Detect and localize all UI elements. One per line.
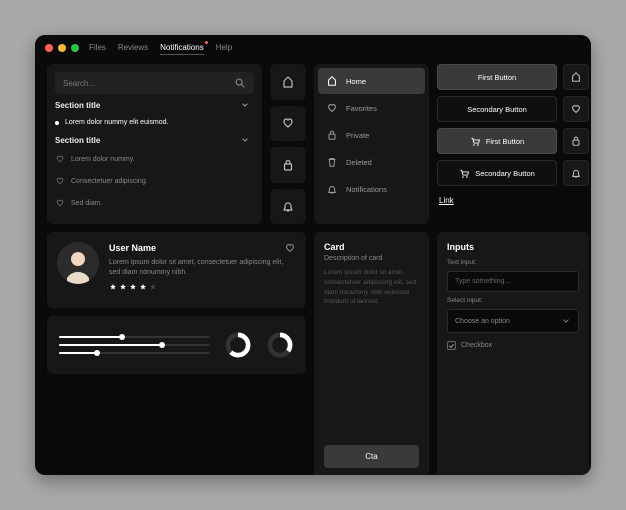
card-panel: Card Description of card Lorem ipsum dol… xyxy=(314,232,429,475)
buttons-column: First Button Secondary Button First Butt… xyxy=(437,64,589,224)
nav-notifications[interactable]: Notifications xyxy=(318,176,425,202)
slider-group xyxy=(59,336,210,354)
list-item[interactable]: Consectetuer adipiscing. xyxy=(55,173,254,189)
inputs-panel: Inputs Text input: Type something... Sel… xyxy=(437,232,589,475)
cart-icon xyxy=(470,136,481,147)
section-a-header[interactable]: Section title xyxy=(55,100,254,110)
rail-favorite-button[interactable] xyxy=(270,106,306,142)
select-input-label: Select input: xyxy=(447,297,579,304)
star-icon xyxy=(149,283,157,291)
nav-label: Home xyxy=(346,77,366,86)
nav-list: Home Favorites Private Deleted Notificat… xyxy=(314,64,429,224)
nav-label: Notifications xyxy=(346,185,387,194)
square-home-button[interactable] xyxy=(563,64,589,90)
card-body: Lorem ipsum dolor sit amet, consectetuer… xyxy=(324,268,419,445)
button-label: First Button xyxy=(478,73,516,82)
card-title: Card xyxy=(324,242,419,252)
star-icon xyxy=(119,283,127,291)
list-item-label: Lorem dolor nummy. xyxy=(71,156,135,163)
cart-icon xyxy=(459,168,470,179)
close-window-button[interactable] xyxy=(45,44,53,52)
search-list-panel: Search... Section title Lorem dolor numm… xyxy=(47,64,262,224)
list-item[interactable]: Lorem dolor nummy. xyxy=(55,151,254,167)
list-item-label: Sed diam. xyxy=(71,200,103,207)
menu-reviews[interactable]: Reviews xyxy=(118,43,148,52)
select-value: Choose an option xyxy=(455,318,510,325)
titlebar: Files Reviews Notifications Help xyxy=(35,35,591,56)
menu-help[interactable]: Help xyxy=(216,43,232,52)
select-input[interactable]: Choose an option xyxy=(447,309,579,333)
square-lock-button[interactable] xyxy=(563,128,589,154)
chevron-down-icon xyxy=(240,135,250,145)
user-rating xyxy=(109,283,296,291)
search-icon xyxy=(234,77,246,89)
icon-rail xyxy=(270,64,306,224)
traffic-lights xyxy=(45,44,79,52)
button-label: Secondary Button xyxy=(467,105,527,114)
link[interactable]: Link xyxy=(437,192,589,209)
nav-home[interactable]: Home xyxy=(318,68,425,94)
inputs-header: Inputs xyxy=(447,242,579,252)
checkbox-row[interactable]: Checkbox xyxy=(447,341,579,350)
checkbox-label: Checkbox xyxy=(461,342,492,349)
menu-files[interactable]: Files xyxy=(89,43,106,52)
nav-deleted[interactable]: Deleted xyxy=(318,149,425,175)
section-a-title: Section title xyxy=(55,101,100,110)
square-bell-button[interactable] xyxy=(563,160,589,186)
search-placeholder: Search... xyxy=(63,79,95,88)
rail-home-button[interactable] xyxy=(270,64,306,100)
card-subtitle: Description of card xyxy=(324,255,419,262)
user-name: User Name xyxy=(109,243,156,253)
list-item-label: Consectetuer adipiscing. xyxy=(71,178,148,185)
link-label: Link xyxy=(439,196,454,205)
button-label: First Button xyxy=(486,137,524,146)
list-item[interactable]: Sed diam. xyxy=(55,195,254,211)
slider-3[interactable] xyxy=(59,352,210,354)
user-info: User Name Lorem ipsum dolor sit amet, co… xyxy=(109,242,296,291)
text-input[interactable]: Type something... xyxy=(447,271,579,292)
section-b-header[interactable]: Section title xyxy=(55,135,254,145)
secondary-button[interactable]: Secondary Button xyxy=(437,96,557,122)
user-description: Lorem ipsum dolor sit amet, consectetuer… xyxy=(109,258,296,278)
chevron-down-icon xyxy=(561,316,571,326)
search-input[interactable]: Search... xyxy=(55,72,254,94)
rail-bell-button[interactable] xyxy=(270,189,306,225)
stats-panel xyxy=(47,316,306,374)
nav-label: Private xyxy=(346,131,369,140)
star-icon xyxy=(139,283,147,291)
nav-label: Favorites xyxy=(346,104,377,113)
slider-1[interactable] xyxy=(59,336,210,338)
maximize-window-button[interactable] xyxy=(71,44,79,52)
minimize-window-button[interactable] xyxy=(58,44,66,52)
nav-label: Deleted xyxy=(346,158,372,167)
content-area: Search... Section title Lorem dolor numm… xyxy=(35,56,591,475)
star-icon xyxy=(129,283,137,291)
slider-2[interactable] xyxy=(59,344,210,346)
donut-chart-2 xyxy=(266,331,294,359)
menu-notifications[interactable]: Notifications xyxy=(160,43,204,52)
text-input-label: Text input: xyxy=(447,259,579,266)
star-icon xyxy=(109,283,117,291)
chevron-down-icon xyxy=(240,100,250,110)
section-b-title: Section title xyxy=(55,136,100,145)
first-button[interactable]: First Button xyxy=(437,64,557,90)
menubar: Files Reviews Notifications Help xyxy=(89,43,232,52)
user-card: User Name Lorem ipsum dolor sit amet, co… xyxy=(47,232,306,308)
square-heart-button[interactable] xyxy=(563,96,589,122)
avatar xyxy=(57,242,99,284)
rail-lock-button[interactable] xyxy=(270,147,306,183)
card-cta-button[interactable]: Cta xyxy=(324,445,419,468)
list-item[interactable]: Lorem dolor nummy elit euismod. xyxy=(55,116,254,129)
list-item-label: Lorem dolor nummy elit euismod. xyxy=(65,119,169,126)
donut-chart-1 xyxy=(224,331,252,359)
nav-private[interactable]: Private xyxy=(318,122,425,148)
app-window: Files Reviews Notifications Help Search.… xyxy=(35,35,591,475)
nav-favorites[interactable]: Favorites xyxy=(318,95,425,121)
first-cart-button[interactable]: First Button xyxy=(437,128,557,154)
favorite-user-button[interactable] xyxy=(284,242,296,254)
button-label: Secondary Button xyxy=(475,169,535,178)
secondary-cart-button[interactable]: Secondary Button xyxy=(437,160,557,186)
checkbox[interactable] xyxy=(447,341,456,350)
